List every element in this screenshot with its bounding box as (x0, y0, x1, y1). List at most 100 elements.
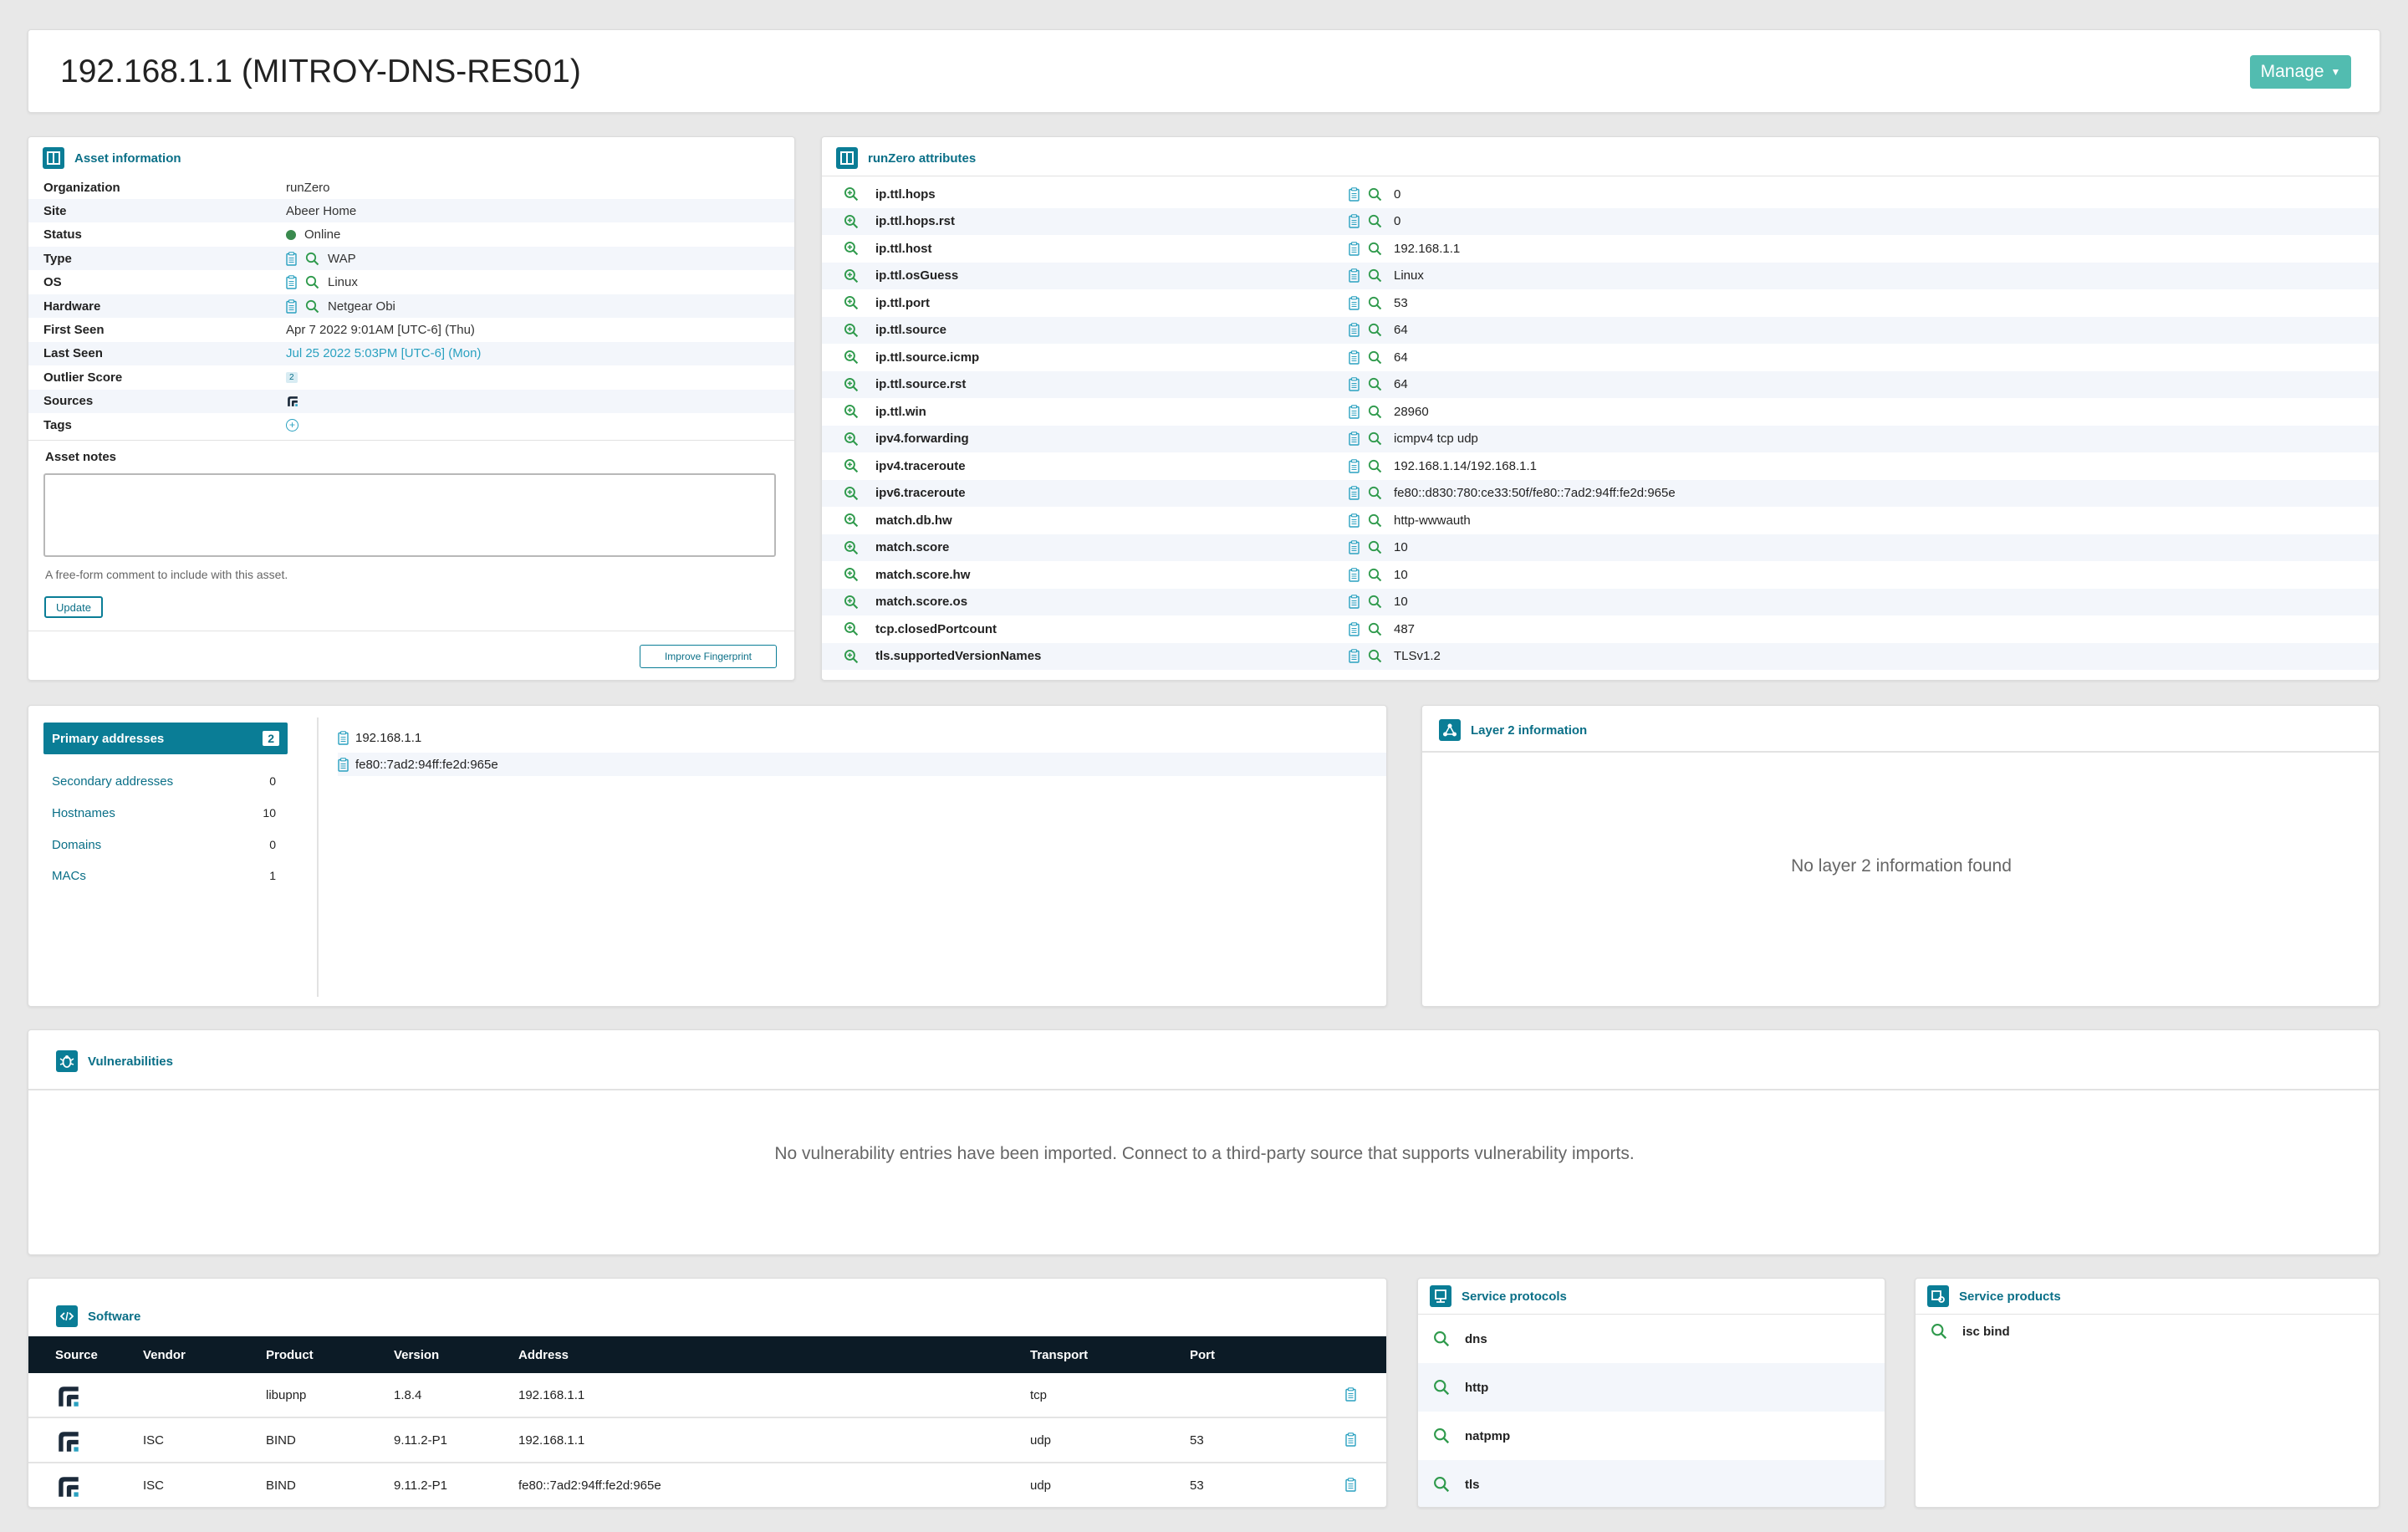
search-icon[interactable] (1368, 432, 1382, 446)
clipboard-icon[interactable] (1349, 350, 1360, 365)
search-icon[interactable] (1433, 1330, 1450, 1347)
clipboard-icon[interactable] (286, 251, 297, 266)
service-protocol-item[interactable]: http (1418, 1363, 1885, 1412)
clipboard-icon[interactable] (1349, 567, 1360, 582)
search-icon[interactable] (1368, 268, 1382, 283)
col-transport[interactable]: Transport (1030, 1336, 1088, 1373)
zoom-in-icon[interactable] (844, 323, 859, 338)
address-nav-item[interactable]: Hostnames 10 (43, 797, 288, 829)
search-icon[interactable] (1368, 242, 1382, 256)
update-button[interactable]: Update (44, 596, 103, 618)
clipboard-icon[interactable] (1349, 268, 1360, 283)
search-icon[interactable] (1368, 350, 1382, 365)
clipboard-icon[interactable] (1349, 323, 1360, 337)
clipboard-icon[interactable] (1349, 241, 1360, 256)
address-value[interactable]: 192.168.1.1 (355, 731, 421, 745)
service-protocol-item[interactable]: natpmp (1418, 1412, 1885, 1460)
search-icon[interactable] (1368, 486, 1382, 500)
zoom-in-icon[interactable] (844, 486, 859, 501)
clipboard-icon[interactable] (338, 757, 349, 772)
service-product-item[interactable]: isc bind (1916, 1315, 2379, 1348)
zoom-in-icon[interactable] (844, 458, 859, 473)
runzero-source-icon[interactable] (286, 395, 299, 408)
clipboard-icon[interactable] (1349, 377, 1360, 391)
address-nav-item[interactable]: Primary addresses 2 (43, 723, 288, 754)
search-icon[interactable] (1433, 1476, 1450, 1493)
asset-info-value-text[interactable]: Jul 25 2022 5:03PM [UTC-6] (Mon) (286, 346, 481, 360)
zoom-in-icon[interactable] (844, 295, 859, 310)
clipboard-icon[interactable] (1349, 432, 1360, 446)
attribute-row: ip.ttl.source.icmp 64 (822, 344, 2379, 370)
search-icon[interactable] (305, 252, 319, 266)
clipboard-icon[interactable] (1349, 458, 1360, 473)
zoom-in-icon[interactable] (844, 432, 859, 447)
improve-fingerprint-button[interactable]: Improve Fingerprint (640, 645, 777, 668)
clipboard-icon[interactable] (1349, 540, 1360, 554)
clipboard-icon[interactable] (1349, 486, 1360, 500)
search-icon[interactable] (1433, 1427, 1450, 1444)
search-icon[interactable] (305, 299, 319, 314)
service-protocol-item[interactable]: dns (1418, 1315, 1885, 1363)
search-icon[interactable] (1368, 377, 1382, 391)
info-book-icon (43, 147, 64, 169)
add-tag-icon[interactable]: + (286, 418, 298, 432)
zoom-in-icon[interactable] (844, 595, 859, 610)
col-source[interactable]: Source (55, 1336, 98, 1373)
address-nav-item[interactable]: Secondary addresses 0 (43, 765, 288, 797)
search-icon[interactable] (1368, 540, 1382, 554)
col-port[interactable]: Port (1190, 1336, 1215, 1373)
zoom-in-icon[interactable] (844, 241, 859, 256)
zoom-in-icon[interactable] (844, 513, 859, 528)
zoom-in-icon[interactable] (844, 404, 859, 419)
search-icon[interactable] (1433, 1379, 1450, 1396)
vulnerabilities-header: Vulnerabilities (56, 1050, 173, 1072)
search-icon[interactable] (1368, 187, 1382, 202)
clipboard-icon[interactable] (286, 299, 297, 314)
address-value[interactable]: fe80::7ad2:94ff:fe2d:965e (355, 758, 498, 772)
zoom-in-icon[interactable] (844, 567, 859, 582)
col-product[interactable]: Product (266, 1336, 314, 1373)
asset-notes-input[interactable] (43, 473, 776, 557)
clipboard-icon[interactable] (1349, 214, 1360, 228)
clipboard-icon[interactable] (1349, 186, 1360, 202)
search-icon[interactable] (1368, 568, 1382, 582)
clipboard-icon[interactable] (1345, 1432, 1356, 1447)
zoom-in-icon[interactable] (844, 350, 859, 365)
col-vendor[interactable]: Vendor (143, 1336, 186, 1373)
manage-button[interactable]: Manage ▼ (2250, 55, 2351, 89)
zoom-in-icon[interactable] (844, 377, 859, 392)
col-version[interactable]: Version (394, 1336, 439, 1373)
col-address[interactable]: Address (518, 1336, 569, 1373)
clipboard-icon[interactable] (1349, 513, 1360, 528)
clipboard-icon[interactable] (1345, 1478, 1356, 1492)
search-icon[interactable] (1368, 323, 1382, 337)
search-icon[interactable] (1368, 405, 1382, 419)
search-icon[interactable] (1368, 296, 1382, 310)
search-icon[interactable] (1368, 513, 1382, 528)
clipboard-icon[interactable] (1349, 595, 1360, 609)
address-nav-item[interactable]: MACs 1 (43, 860, 288, 891)
clipboard-icon[interactable] (286, 275, 297, 289)
search-icon[interactable] (305, 275, 319, 289)
zoom-in-icon[interactable] (844, 540, 859, 555)
service-protocol-item[interactable]: tls (1418, 1460, 1885, 1507)
clipboard-icon[interactable] (1349, 621, 1360, 636)
search-icon[interactable] (1368, 649, 1382, 663)
search-icon[interactable] (1931, 1323, 1947, 1340)
search-icon[interactable] (1368, 595, 1382, 609)
zoom-in-icon[interactable] (844, 621, 859, 636)
address-nav-item[interactable]: Domains 0 (43, 829, 288, 860)
search-icon[interactable] (1368, 214, 1382, 228)
address-nav-label: Domains (52, 837, 102, 852)
clipboard-icon[interactable] (1349, 649, 1360, 663)
clipboard-icon[interactable] (338, 730, 349, 745)
zoom-in-icon[interactable] (844, 649, 859, 664)
clipboard-icon[interactable] (1349, 295, 1360, 310)
clipboard-icon[interactable] (1345, 1387, 1356, 1402)
zoom-in-icon[interactable] (844, 214, 859, 229)
zoom-in-icon[interactable] (844, 186, 859, 202)
zoom-in-icon[interactable] (844, 268, 859, 283)
search-icon[interactable] (1368, 459, 1382, 473)
clipboard-icon[interactable] (1349, 404, 1360, 419)
search-icon[interactable] (1368, 622, 1382, 636)
